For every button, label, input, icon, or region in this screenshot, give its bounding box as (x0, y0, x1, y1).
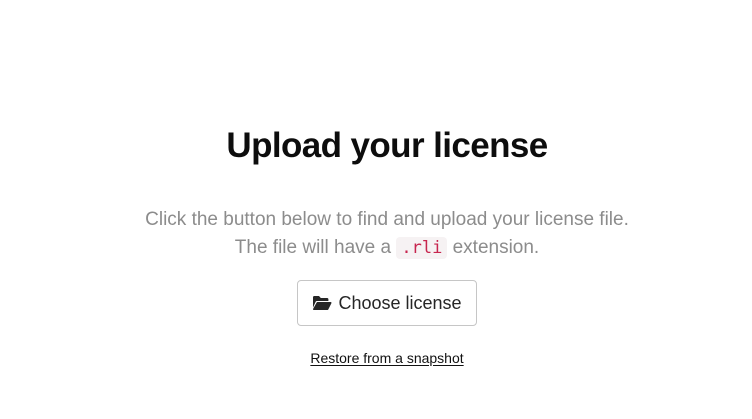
restore-link-container: Restore from a snapshot (0, 348, 752, 368)
description-suffix: extension. (452, 237, 540, 258)
description-line-1: Click the button below to find and uploa… (145, 209, 629, 230)
description-prefix: The file will have a (234, 237, 392, 258)
upload-license-panel: Upload your license Click the button bel… (0, 0, 752, 419)
page-title: Upload your license (226, 126, 548, 165)
restore-snapshot-link[interactable]: Restore from a snapshot (310, 350, 463, 366)
file-extension-code: .rli (396, 237, 448, 259)
folder-open-icon (312, 295, 332, 311)
description-line-2: The file will have a .rli extension. (0, 234, 752, 262)
choose-license-button[interactable]: Choose license (297, 280, 477, 326)
choose-license-label: Choose license (338, 292, 462, 313)
upload-description: Click the button below to find and uploa… (0, 206, 752, 262)
